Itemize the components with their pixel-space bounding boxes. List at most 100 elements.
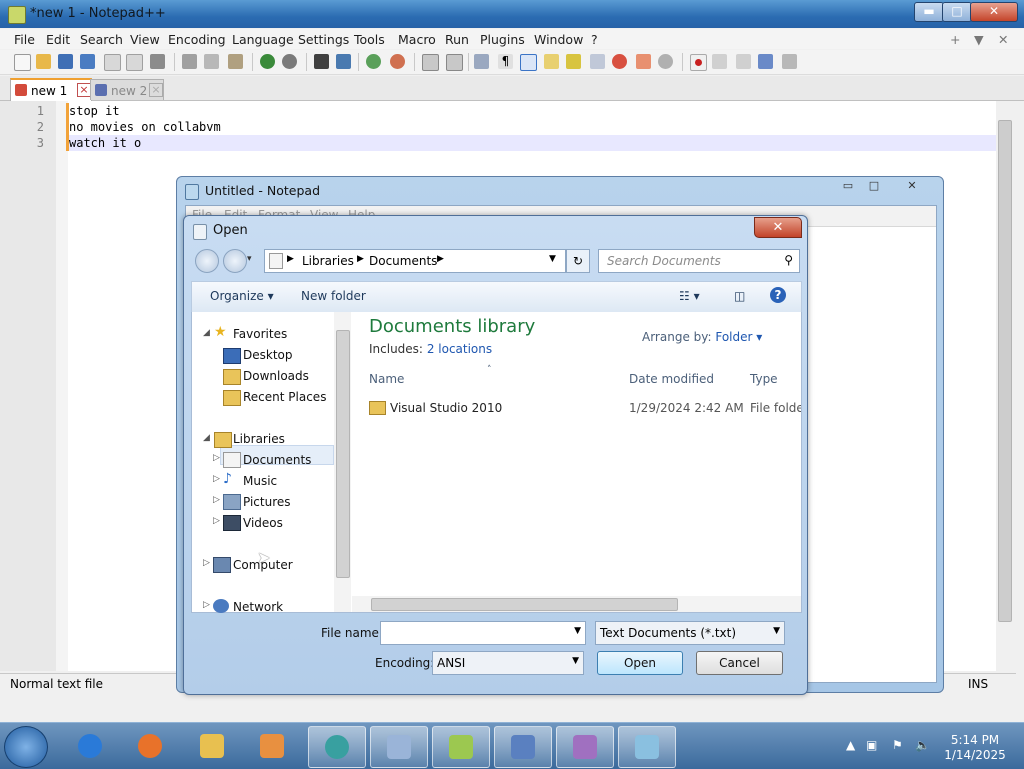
copy-icon[interactable] <box>204 54 219 69</box>
horizontal-scroll-thumb[interactable] <box>371 598 678 611</box>
menu-tools[interactable]: Tools <box>354 32 385 47</box>
replace-icon[interactable] <box>336 54 351 69</box>
sync-horizontal-icon[interactable] <box>446 54 463 71</box>
cancel-button[interactable]: Cancel <box>696 651 783 675</box>
new-folder-button[interactable]: New folder <box>301 289 366 303</box>
forward-button[interactable] <box>223 249 247 273</box>
action-center-icon[interactable]: ⚑ <box>892 738 903 752</box>
expand-arrow-icon[interactable]: ▷ <box>213 516 220 526</box>
notepad-maximize-button[interactable]: □ <box>863 179 885 193</box>
breadcrumb-arrow-icon[interactable]: ▶ <box>437 254 444 264</box>
tab-new-2[interactable]: new 2 × <box>90 79 164 100</box>
dialog-close-button[interactable]: ✕ <box>754 217 802 238</box>
internet-explorer-icon[interactable] <box>62 726 118 766</box>
notepad-taskbar-icon[interactable] <box>618 726 676 768</box>
menu-language[interactable]: Language <box>232 32 294 47</box>
comment-icon[interactable] <box>658 54 673 69</box>
file-row-name[interactable]: Visual Studio 2010 <box>390 401 502 415</box>
encoding-select[interactable]: ANSI ▼ <box>432 651 584 675</box>
volume-muted-icon[interactable]: 🔈 <box>915 738 930 752</box>
play-macro-icon[interactable] <box>736 54 751 69</box>
search-icon[interactable]: ⚲ <box>784 253 793 267</box>
add-tab-icon[interactable]: + <box>950 32 960 47</box>
back-button[interactable] <box>195 249 219 273</box>
chevron-down-icon[interactable]: ▼ <box>574 626 581 636</box>
print-icon[interactable] <box>150 54 165 69</box>
npp-title-bar[interactable]: *new 1 - Notepad++ ▬ □ ✕ <box>0 0 1024 28</box>
refresh-icon[interactable]: ↻ <box>566 249 590 273</box>
doc-map-icon[interactable] <box>566 54 581 69</box>
find-icon[interactable] <box>314 54 329 69</box>
notepad-minimize-button[interactable]: ▭ <box>837 179 859 193</box>
menu-plugins[interactable]: Plugins <box>480 32 525 47</box>
nav-favorites[interactable]: Favorites <box>233 327 287 341</box>
menu-view[interactable]: View <box>130 32 160 47</box>
file-explorer-icon[interactable] <box>184 726 240 766</box>
nav-downloads[interactable]: Downloads <box>243 369 309 383</box>
breadcrumb-documents[interactable]: Documents <box>369 254 437 268</box>
menu-file[interactable]: File <box>14 32 35 47</box>
save-icon[interactable] <box>58 54 73 69</box>
nav-network[interactable]: Network <box>233 600 283 614</box>
close-all-icon[interactable] <box>126 54 143 71</box>
undo-icon[interactable] <box>260 54 275 69</box>
run-multiple-macro-icon[interactable] <box>758 54 773 69</box>
nav-music[interactable]: Music <box>243 474 277 488</box>
menu-search[interactable]: Search <box>80 32 123 47</box>
close-doc-icon[interactable]: ✕ <box>998 32 1008 47</box>
expand-arrow-icon[interactable]: ▷ <box>213 474 220 484</box>
indent-guide-icon[interactable] <box>520 54 537 71</box>
maximize-button[interactable]: □ <box>942 2 972 22</box>
show-hidden-icons-icon[interactable]: ▲ <box>846 738 855 752</box>
new-file-icon[interactable] <box>14 54 31 71</box>
menu-encoding[interactable]: Encoding <box>168 32 226 47</box>
address-bar[interactable]: ▶ Libraries ▶ Documents ▶ ▼ <box>264 249 566 273</box>
folder-workspace-icon[interactable] <box>612 54 627 69</box>
breadcrumb-arrow-icon[interactable]: ▶ <box>357 254 364 264</box>
stop-macro-icon[interactable] <box>712 54 727 69</box>
udl-icon[interactable] <box>544 54 559 69</box>
open-file-icon[interactable] <box>36 54 51 69</box>
show-all-chars-icon[interactable]: ¶ <box>498 54 513 69</box>
paste-icon[interactable] <box>228 54 243 69</box>
expand-arrow-icon[interactable]: ▷ <box>213 453 220 463</box>
change-view-icon[interactable]: ☷ ▾ <box>679 289 700 303</box>
menu-settings[interactable]: Settings <box>298 32 349 47</box>
nav-documents[interactable]: Documents <box>243 453 311 467</box>
save-macro-icon[interactable] <box>782 54 797 69</box>
start-button[interactable] <box>4 726 48 768</box>
collapse-arrow-icon[interactable]: ◢ <box>203 433 210 443</box>
network-app-icon[interactable] <box>494 726 552 768</box>
file-name-input[interactable]: ▼ <box>380 621 586 645</box>
nav-recent-places[interactable]: Recent Places <box>243 390 326 404</box>
menu-help[interactable]: ? <box>591 32 598 47</box>
control-panel-icon[interactable] <box>370 726 428 768</box>
notepad-close-button[interactable]: ✕ <box>901 179 923 193</box>
collapse-arrow-icon[interactable]: ◢ <box>203 328 210 338</box>
arrange-dropdown[interactable]: Folder ▾ <box>715 330 762 344</box>
collabvm-icon[interactable] <box>308 726 366 768</box>
search-input[interactable]: Search Documents ⚲ <box>598 249 800 273</box>
column-type[interactable]: Type <box>750 372 778 386</box>
tab-close-icon[interactable]: × <box>149 83 163 97</box>
vertical-scroll-thumb[interactable] <box>998 120 1012 622</box>
close-file-icon[interactable] <box>104 54 121 71</box>
column-date-modified[interactable]: Date modified <box>629 372 714 386</box>
zoom-in-icon[interactable] <box>366 54 381 69</box>
notepadpp-taskbar-icon[interactable] <box>432 726 490 768</box>
locations-link[interactable]: 2 locations <box>427 342 492 356</box>
chevron-down-icon[interactable]: ▼ <box>572 656 579 666</box>
expand-arrow-icon[interactable]: ▷ <box>203 558 210 568</box>
minimize-button[interactable]: ▬ <box>914 2 944 22</box>
nav-libraries[interactable]: Libraries <box>233 432 285 446</box>
menu-edit[interactable]: Edit <box>46 32 70 47</box>
close-button[interactable]: ✕ <box>970 2 1018 22</box>
menu-run[interactable]: Run <box>445 32 469 47</box>
menu-macro[interactable]: Macro <box>398 32 436 47</box>
function-list-icon[interactable] <box>590 54 605 69</box>
recent-locations-icon[interactable]: ▾ <box>247 254 252 264</box>
clock[interactable]: 5:14 PM 1/14/2025 <box>935 733 1015 763</box>
sync-vertical-icon[interactable] <box>422 54 439 71</box>
nav-pictures[interactable]: Pictures <box>243 495 291 509</box>
record-macro-icon[interactable] <box>690 54 707 71</box>
